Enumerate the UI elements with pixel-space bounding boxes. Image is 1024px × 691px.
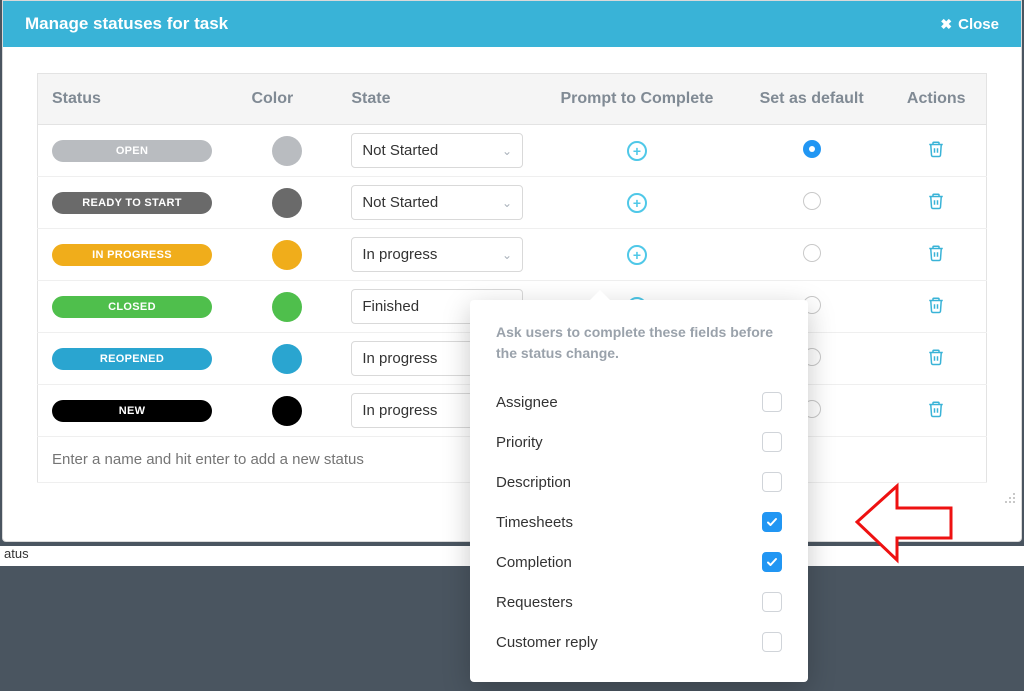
col-header-prompt: Prompt to Complete xyxy=(537,74,737,125)
status-pill[interactable]: READY TO START xyxy=(52,192,212,214)
popover-field-checkbox[interactable] xyxy=(762,592,782,612)
prompt-add-button[interactable]: + xyxy=(627,193,647,213)
state-select-value: Not Started xyxy=(362,142,438,159)
delete-button[interactable] xyxy=(927,295,945,319)
annotation-arrow xyxy=(855,480,955,570)
prompt-add-button[interactable]: + xyxy=(627,141,647,161)
col-header-default: Set as default xyxy=(737,74,887,125)
col-header-color: Color xyxy=(237,74,337,125)
state-select-value: In progress xyxy=(362,402,437,419)
status-pill[interactable]: REOPENED xyxy=(52,348,212,370)
modal-title: Manage statuses for task xyxy=(25,14,228,34)
col-header-state: State xyxy=(337,74,537,125)
color-swatch[interactable] xyxy=(272,292,302,322)
col-header-status: Status xyxy=(38,74,238,125)
status-pill[interactable]: NEW xyxy=(52,400,212,422)
state-select-value: Finished xyxy=(362,298,419,315)
chevron-down-icon: ⌄ xyxy=(502,196,512,210)
popover-field-label: Description xyxy=(496,474,571,491)
modal-header: Manage statuses for task ✖ Close xyxy=(3,1,1021,47)
popover-field-item[interactable]: Customer reply xyxy=(496,622,782,662)
popover-field-checkbox[interactable] xyxy=(762,512,782,532)
table-row: IN PROGRESS In progress ⌄ + xyxy=(38,229,987,281)
popover-field-label: Requesters xyxy=(496,594,573,611)
prompt-add-button[interactable]: + xyxy=(627,245,647,265)
popover-description: Ask users to complete these fields befor… xyxy=(470,300,808,374)
state-select[interactable]: In progress ⌄ xyxy=(351,237,523,272)
table-row: READY TO START Not Started ⌄ + xyxy=(38,177,987,229)
popover-field-checkbox[interactable] xyxy=(762,552,782,572)
color-swatch[interactable] xyxy=(272,188,302,218)
resize-grip[interactable] xyxy=(1003,491,1017,505)
status-pill[interactable]: IN PROGRESS xyxy=(52,244,212,266)
state-select-value: In progress xyxy=(362,350,437,367)
default-radio[interactable] xyxy=(803,140,821,158)
col-header-actions: Actions xyxy=(887,74,987,125)
chevron-down-icon: ⌄ xyxy=(502,248,512,262)
color-swatch[interactable] xyxy=(272,344,302,374)
delete-button[interactable] xyxy=(927,347,945,371)
delete-button[interactable] xyxy=(927,243,945,267)
color-swatch[interactable] xyxy=(272,240,302,270)
status-pill[interactable]: CLOSED xyxy=(52,296,212,318)
popover-field-item[interactable]: Priority xyxy=(496,422,782,462)
prompt-fields-popover: Ask users to complete these fields befor… xyxy=(470,300,808,682)
delete-button[interactable] xyxy=(927,191,945,215)
popover-field-item[interactable]: Description xyxy=(496,462,782,502)
popover-field-label: Completion xyxy=(496,554,572,571)
popover-field-checkbox[interactable] xyxy=(762,392,782,412)
color-swatch[interactable] xyxy=(272,396,302,426)
popover-field-list: Assignee Priority Description Timesheets… xyxy=(470,374,808,682)
default-radio[interactable] xyxy=(803,244,821,262)
popover-field-checkbox[interactable] xyxy=(762,632,782,652)
chevron-down-icon: ⌄ xyxy=(502,144,512,158)
delete-button[interactable] xyxy=(927,139,945,163)
state-select[interactable]: Not Started ⌄ xyxy=(351,133,523,168)
popover-field-label: Assignee xyxy=(496,394,558,411)
color-swatch[interactable] xyxy=(272,136,302,166)
delete-button[interactable] xyxy=(927,399,945,423)
popover-field-item[interactable]: Requesters xyxy=(496,582,782,622)
state-select-value: Not Started xyxy=(362,194,438,211)
table-row: OPEN Not Started ⌄ + xyxy=(38,125,987,177)
close-icon: ✖ xyxy=(940,16,952,33)
state-select-value: In progress xyxy=(362,246,437,263)
popover-field-label: Customer reply xyxy=(496,634,598,651)
popover-field-label: Timesheets xyxy=(496,514,573,531)
popover-field-item[interactable]: Completion xyxy=(496,542,782,582)
popover-field-checkbox[interactable] xyxy=(762,432,782,452)
popover-field-label: Priority xyxy=(496,434,543,451)
close-button[interactable]: ✖ Close xyxy=(940,16,999,33)
popover-field-item[interactable]: Timesheets xyxy=(496,502,782,542)
close-label: Close xyxy=(958,16,999,33)
state-select[interactable]: Not Started ⌄ xyxy=(351,185,523,220)
status-pill[interactable]: OPEN xyxy=(52,140,212,162)
popover-field-checkbox[interactable] xyxy=(762,472,782,492)
default-radio[interactable] xyxy=(803,192,821,210)
popover-field-item[interactable]: Assignee xyxy=(496,382,782,422)
